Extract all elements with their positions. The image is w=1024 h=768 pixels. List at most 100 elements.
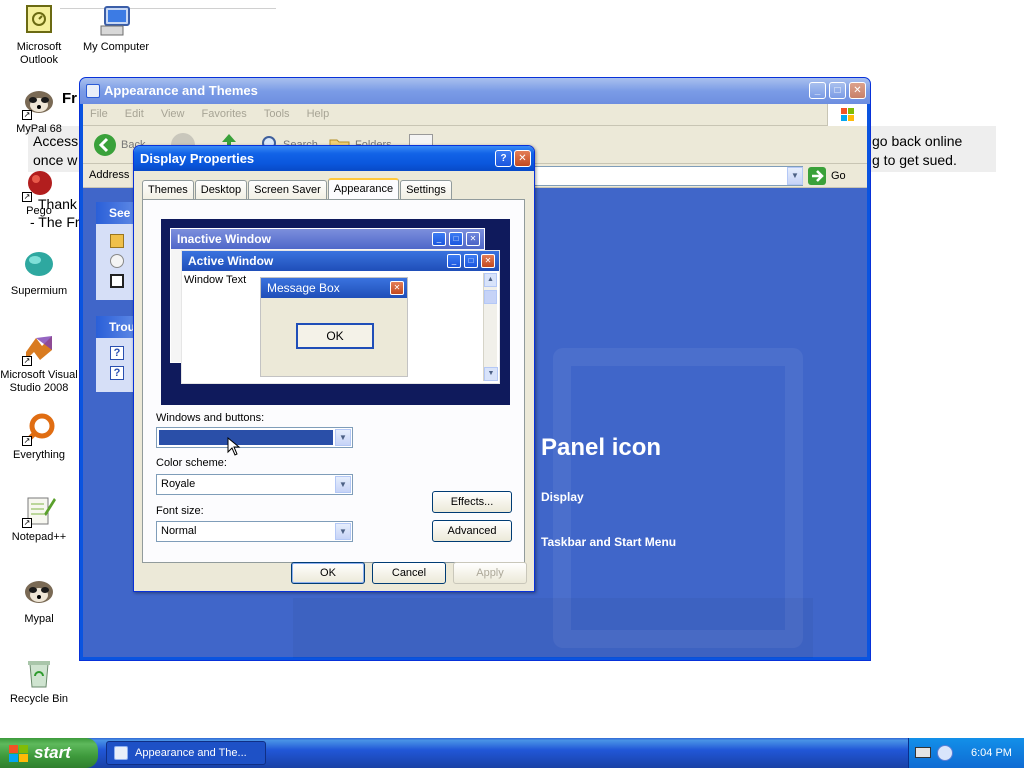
recycle-bin-icon xyxy=(22,656,56,690)
preview-message-box: Message Box ✕ OK xyxy=(260,277,408,377)
desktop-icon-supermium[interactable]: Supermium xyxy=(0,248,79,298)
taskbar-item-appearance[interactable]: Appearance and The... xyxy=(106,741,266,765)
menu-edit[interactable]: Edit xyxy=(118,104,151,124)
go-arrow-icon xyxy=(808,167,826,185)
desktop-icon-everything[interactable]: ↗ Everything xyxy=(0,412,79,462)
preview-close-icon: ✕ xyxy=(390,281,404,295)
see-also-item-icon[interactable] xyxy=(110,274,124,288)
preview-active-title: Active Window xyxy=(188,254,274,268)
help-icon[interactable]: ? xyxy=(110,366,124,380)
desktop-icon-mypal-68[interactable]: ↗ MyPal 68 xyxy=(0,86,79,136)
menu-favorites[interactable]: Favorites xyxy=(195,104,254,124)
close-button[interactable]: ✕ xyxy=(514,150,531,167)
menu-tools[interactable]: Tools xyxy=(257,104,297,124)
maximize-button[interactable]: □ xyxy=(829,82,846,99)
supermium-icon xyxy=(22,248,56,282)
shortcut-arrow-icon: ↗ xyxy=(22,518,32,528)
clock[interactable]: 6:04 PM xyxy=(971,738,1012,768)
tab-themes[interactable]: Themes xyxy=(142,180,194,200)
my-computer-icon xyxy=(99,4,133,38)
minimize-button[interactable]: _ xyxy=(809,82,826,99)
desktop-icon-pego[interactable]: ↗ Pego xyxy=(0,168,79,218)
desktop-icon-label: Outlook xyxy=(20,54,58,66)
preview-close-icon: ✕ xyxy=(466,232,480,246)
apply-button[interactable]: Apply xyxy=(453,562,527,584)
windows-buttons-label: Windows and buttons: xyxy=(156,412,265,424)
desktop-icon-label: Supermium xyxy=(10,285,68,297)
chevron-down-icon[interactable]: ▼ xyxy=(335,476,351,493)
cancel-button[interactable]: Cancel xyxy=(372,562,446,584)
advanced-button[interactable]: Advanced xyxy=(432,520,512,542)
font-size-select[interactable]: Normal ▼ xyxy=(156,521,353,542)
start-label: start xyxy=(34,743,71,762)
effects-button[interactable]: Effects... xyxy=(432,491,512,513)
scroll-down-icon: ▼ xyxy=(484,367,498,381)
desktop-icon-visual-studio[interactable]: ↗ Microsoft Visual Studio 2008 xyxy=(0,332,79,395)
control-panel-icon xyxy=(86,84,100,98)
display-properties-dialog: Display Properties ? ✕ Themes Desktop Scre… xyxy=(133,145,535,592)
explorer-title-bar[interactable]: Appearance and Themes _ □ ✕ xyxy=(80,78,870,104)
network-icon[interactable] xyxy=(937,745,953,761)
tab-desktop[interactable]: Desktop xyxy=(194,180,248,200)
pego-icon: ↗ xyxy=(22,168,56,202)
preview-ok-button: OK xyxy=(296,323,374,349)
preview-maximize-icon: □ xyxy=(464,254,478,268)
tab-settings[interactable]: Settings xyxy=(400,180,452,200)
go-label: Go xyxy=(831,170,846,182)
shortcut-arrow-icon: ↗ xyxy=(22,192,32,202)
menu-file[interactable]: File xyxy=(83,104,115,124)
address-dropdown-button[interactable]: ▼ xyxy=(787,167,803,185)
see-also-item-icon[interactable] xyxy=(110,254,124,268)
desktop-icon-recycle-bin[interactable]: Recycle Bin xyxy=(0,656,79,706)
dialog-title-bar[interactable]: Display Properties ? ✕ xyxy=(134,146,534,171)
preview-message-box-title-bar: Message Box xyxy=(261,278,407,298)
close-button[interactable]: ✕ xyxy=(849,82,866,99)
see-also-title: See xyxy=(109,206,131,220)
desktop-icon-mypal[interactable]: Mypal xyxy=(0,576,79,626)
tab-screen-saver[interactable]: Screen Saver xyxy=(248,180,327,200)
menu-help[interactable]: Help xyxy=(300,104,337,124)
desktop-icon-label: MyPal 68 xyxy=(16,123,62,135)
raccoon-icon: ↗ xyxy=(22,86,56,120)
preview-window-text: Window Text xyxy=(184,274,247,286)
font-size-value: Normal xyxy=(161,525,197,537)
desktop-icon-my-computer[interactable]: My Computer xyxy=(76,4,156,54)
tab-appearance[interactable]: Appearance xyxy=(327,178,400,200)
start-button[interactable]: start xyxy=(0,738,98,768)
menu-view[interactable]: View xyxy=(154,104,192,124)
explorer-menu-bar: File Edit View Favorites Tools Help xyxy=(83,104,867,126)
taskbar-start-menu-link[interactable]: Taskbar and Start Menu xyxy=(541,535,676,549)
go-button[interactable]: Go xyxy=(807,166,851,186)
desktop-icon-label: Studio 2008 xyxy=(9,382,69,394)
color-scheme-value: Royale xyxy=(161,478,196,490)
appearance-preview: Inactive Window _ □ ✕ Active Window _ □ … xyxy=(161,219,510,405)
desktop-icon-label: Microsoft xyxy=(16,41,62,53)
control-panel-icon xyxy=(114,746,128,760)
taskbar-item-label: Appearance and The... xyxy=(135,747,247,759)
desktop-icon-label: My Computer xyxy=(82,41,150,53)
chevron-down-icon[interactable]: ▼ xyxy=(335,523,351,540)
scroll-thumb xyxy=(484,290,497,304)
see-also-item-icon[interactable] xyxy=(110,234,124,248)
windows-buttons-select[interactable]: ▼ xyxy=(156,427,353,448)
tab-strip: Themes Desktop Screen Saver Appearance Setti… xyxy=(142,178,453,200)
background-text-sued: g to get sued. xyxy=(872,152,957,168)
display-link[interactable]: Display xyxy=(541,490,584,504)
preview-minimize-icon: _ xyxy=(432,232,446,246)
preview-maximize-icon: □ xyxy=(449,232,463,246)
desktop-icon-notepadpp[interactable]: ↗ Notepad++ xyxy=(0,494,79,544)
notepadpp-icon: ↗ xyxy=(22,494,56,528)
help-icon[interactable]: ? xyxy=(110,346,124,360)
scroll-up-icon: ▲ xyxy=(484,273,497,287)
chevron-down-icon[interactable]: ▼ xyxy=(335,429,351,446)
keyboard-icon[interactable] xyxy=(915,747,931,758)
appearance-tab-panel: Inactive Window _ □ ✕ Active Window _ □ … xyxy=(142,199,525,563)
color-scheme-label: Color scheme: xyxy=(156,457,227,469)
desktop-icon-outlook[interactable]: Microsoft Outlook xyxy=(0,4,79,67)
troubleshooters-title: Trou xyxy=(109,320,135,334)
color-scheme-select[interactable]: Royale ▼ xyxy=(156,474,353,495)
desktop-icon-label: Notepad++ xyxy=(11,531,67,543)
content-lower-block xyxy=(293,598,813,658)
ok-button[interactable]: OK xyxy=(291,562,365,584)
help-button[interactable]: ? xyxy=(495,150,512,167)
